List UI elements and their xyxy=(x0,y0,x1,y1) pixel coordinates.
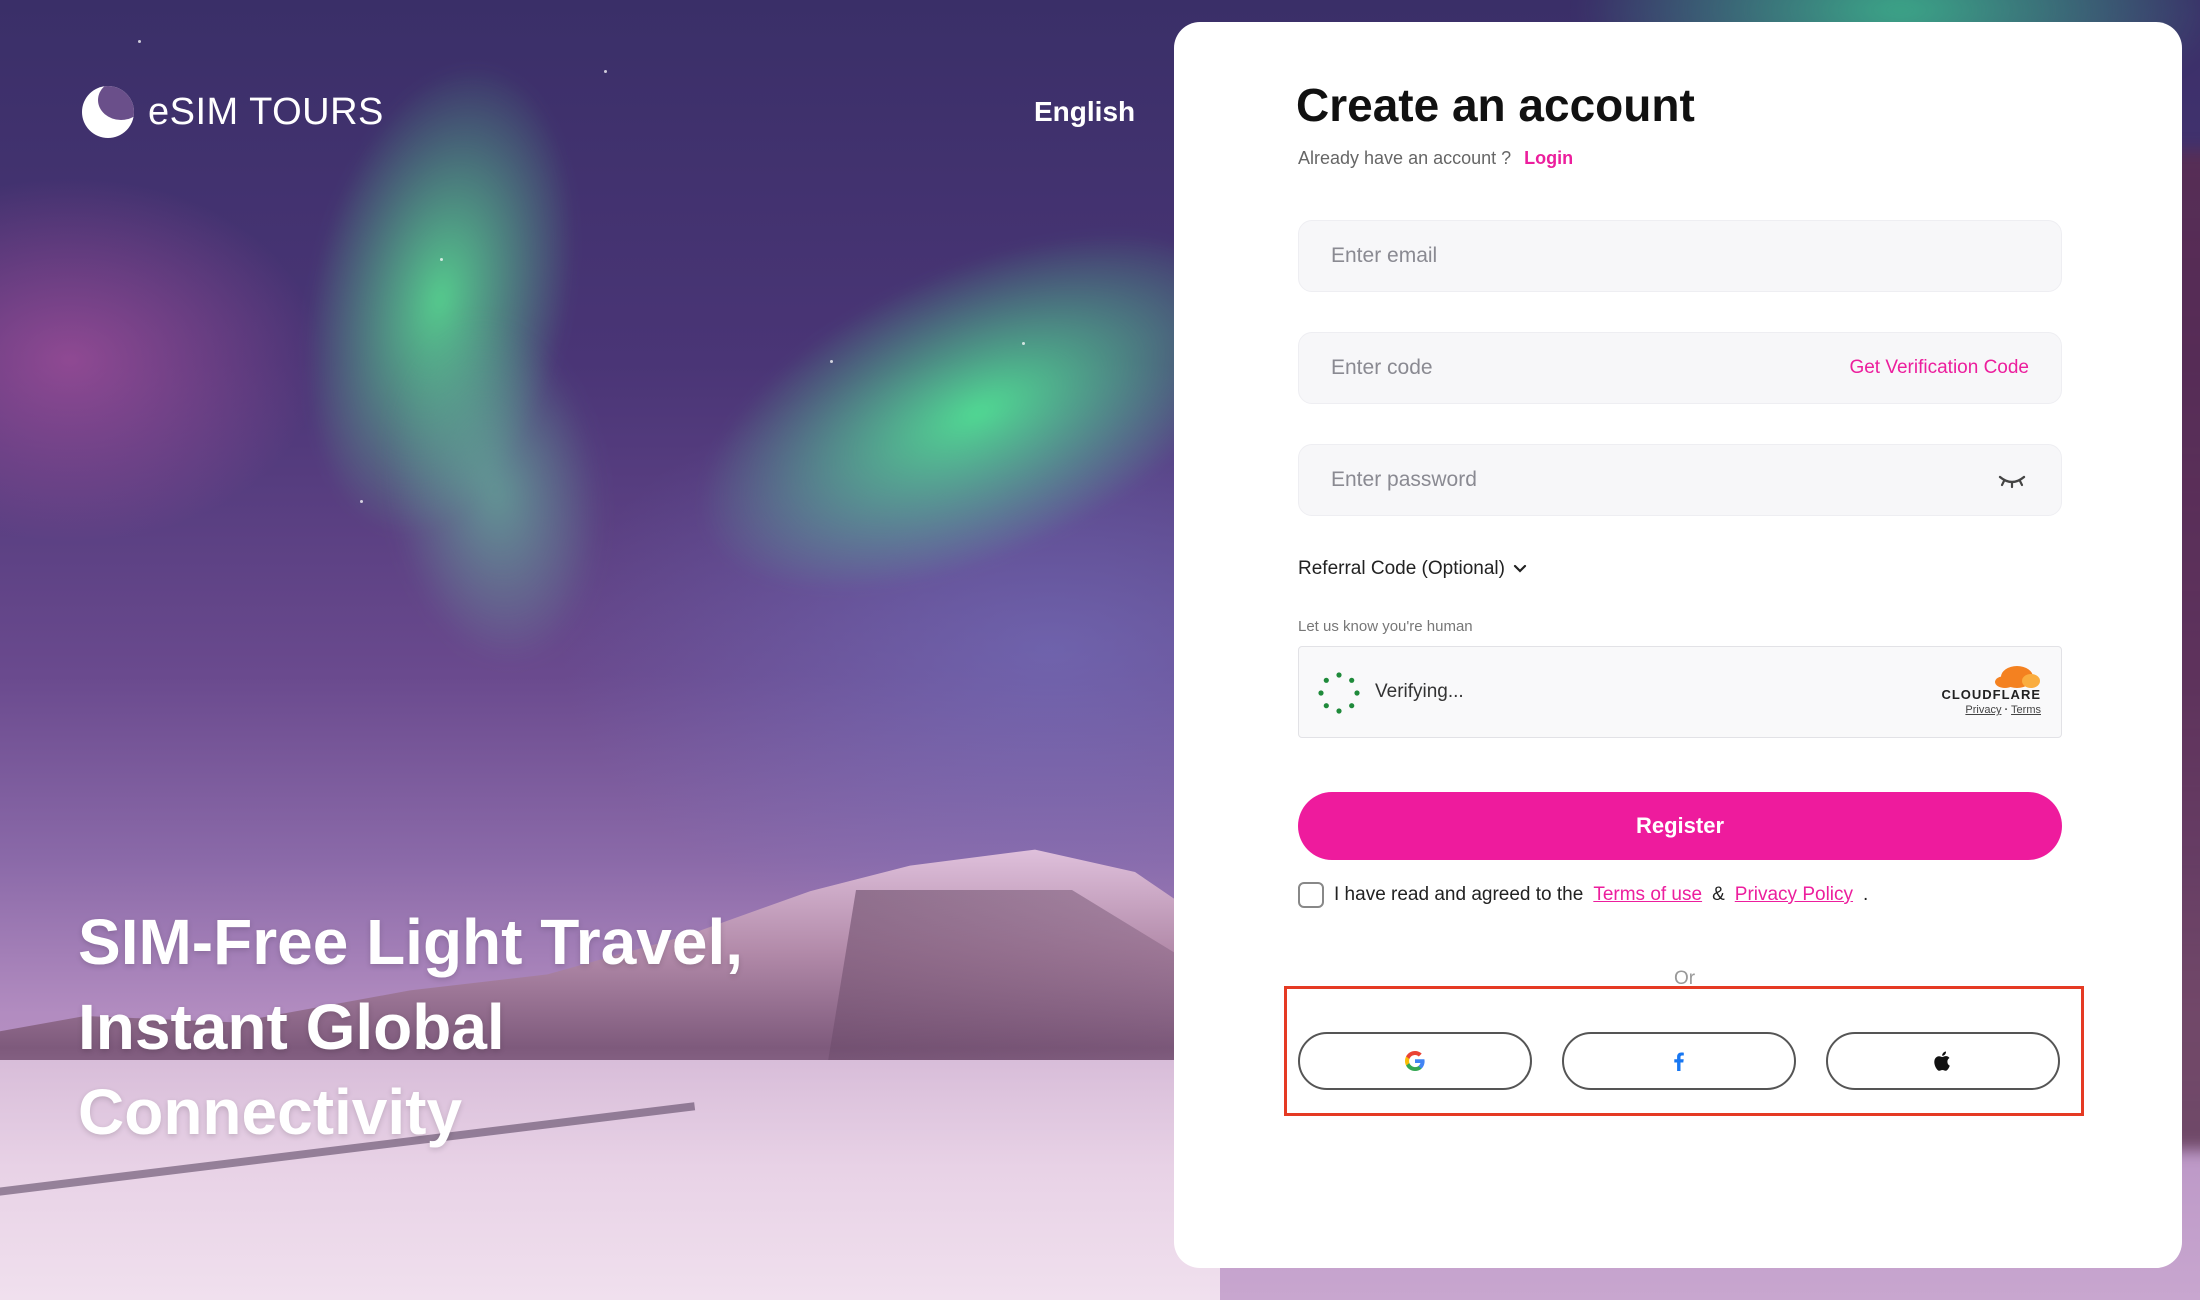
code-input[interactable] xyxy=(1331,356,1850,380)
language-selector[interactable]: English xyxy=(1034,96,1135,128)
privacy-policy-link[interactable]: Privacy Policy xyxy=(1735,884,1853,906)
agreement-ampersand: & xyxy=(1712,884,1725,905)
cloudflare-name: CLOUDFLARE xyxy=(1941,687,2041,702)
eye-closed-icon[interactable] xyxy=(1995,469,2029,491)
referral-code-label: Referral Code (Optional) xyxy=(1298,558,1505,579)
referral-code-toggle[interactable]: Referral Code (Optional) xyxy=(1298,558,1527,580)
brand-name: eSIM TOURS xyxy=(148,90,384,133)
star xyxy=(360,500,363,503)
login-link[interactable]: Login xyxy=(1524,148,1573,168)
login-prompt: Already have an account ? Login xyxy=(1298,148,1573,169)
login-prompt-text: Already have an account ? xyxy=(1298,148,1512,168)
page-title: Create an account xyxy=(1296,79,1695,131)
agreement-text: I have read and agreed to the xyxy=(1334,884,1584,905)
google-login-button[interactable] xyxy=(1298,1032,1532,1090)
logo-icon xyxy=(82,86,134,138)
apple-icon xyxy=(1934,1051,1950,1071)
captcha-status: Verifying... xyxy=(1375,681,1464,702)
register-card: Create an account Already have an accoun… xyxy=(1174,22,2182,1268)
chevron-down-icon xyxy=(1513,564,1527,573)
agree-checkbox[interactable] xyxy=(1298,882,1324,908)
register-button[interactable]: Register xyxy=(1298,792,2062,860)
facebook-login-button[interactable] xyxy=(1562,1032,1796,1090)
code-field: Get Verification Code xyxy=(1298,332,2062,404)
facebook-icon xyxy=(1674,1052,1684,1071)
agreement-end: . xyxy=(1863,884,1869,905)
cloudflare-separator: · xyxy=(2004,704,2009,716)
screen: eSIM TOURS English SIM-Free Light Travel… xyxy=(0,0,2200,1300)
star xyxy=(830,360,833,363)
hero-headline: SIM-Free Light Travel, Instant Global Co… xyxy=(78,906,744,1148)
star xyxy=(1022,342,1025,345)
star xyxy=(440,258,443,261)
email-input[interactable] xyxy=(1331,244,2029,268)
password-field xyxy=(1298,444,2062,516)
brand-logo[interactable]: eSIM TOURS xyxy=(82,86,384,138)
cloudflare-links: Privacy · Terms xyxy=(1941,704,2041,716)
loading-spinner-icon xyxy=(1318,672,1360,714)
email-field xyxy=(1298,220,2062,292)
cloudflare-cloud-icon xyxy=(1995,666,2040,688)
captcha-label: Let us know you're human xyxy=(1298,618,1473,635)
apple-login-button[interactable] xyxy=(1826,1032,2060,1090)
google-icon xyxy=(1405,1051,1425,1071)
terms-of-use-link[interactable]: Terms of use xyxy=(1593,884,1702,906)
cloudflare-terms-link[interactable]: Terms xyxy=(2011,704,2041,716)
get-verification-code-button[interactable]: Get Verification Code xyxy=(1849,357,2029,379)
cloudflare-privacy-link[interactable]: Privacy xyxy=(1965,704,2001,716)
cloudflare-badge: CLOUDFLARE Privacy · Terms xyxy=(1941,663,2041,716)
star xyxy=(604,70,607,73)
password-input[interactable] xyxy=(1331,468,1995,492)
captcha-widget[interactable]: Verifying... CLOUDFLARE Privacy · Terms xyxy=(1298,646,2062,738)
star xyxy=(138,40,141,43)
agreement-row: I have read and agreed to the Terms of u… xyxy=(1298,882,1868,908)
